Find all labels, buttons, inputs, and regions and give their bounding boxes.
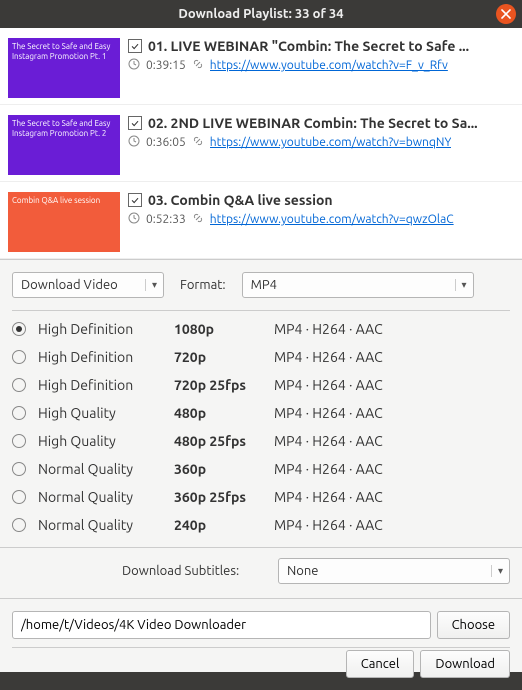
subtitles-dropdown-value: None [287,564,319,578]
playlist-item-info: ✓ 03. Combin Q&A live session 0:52:33 ht… [128,192,514,252]
thumbnail-text: The Secret to Safe and Easy Instagram Pr… [12,42,116,61]
playlist-checkbox[interactable]: ✓ [128,116,142,130]
playlist-item[interactable]: The Secret to Safe and Easy Instagram Pr… [0,28,522,105]
title-bar: Download Playlist: 33 of 34 [0,0,522,28]
playlist-item-title: 01. LIVE WEBINAR "Combin: The Secret to … [148,38,469,54]
radio-button[interactable] [12,350,26,364]
playlist-list: The Secret to Safe and Easy Instagram Pr… [0,28,522,260]
close-button[interactable] [496,4,516,24]
playlist-item-duration: 0:36:05 [146,136,186,149]
playlist-item-title: 03. Combin Q&A live session [148,192,333,208]
quality-option[interactable]: High Quality 480p 25fps MP4 · H264 · AAC [12,427,510,455]
format-label: Format: [180,278,226,292]
playlist-item-title: 02. 2ND LIVE WEBINAR Combin: The Secret … [148,115,478,131]
chevron-down-icon: ▾ [455,279,467,291]
format-dropdown[interactable]: MP4 ▾ [242,272,474,298]
subtitles-dropdown[interactable]: None ▾ [278,558,510,584]
radio-button[interactable] [12,434,26,448]
clock-icon [128,212,140,227]
radio-button[interactable] [12,490,26,504]
playlist-item-url[interactable]: https://www.youtube.com/watch?v=qwzOlaC [210,213,454,226]
quality-option[interactable]: High Definition 720p MP4 · H264 · AAC [12,343,510,371]
clock-icon [128,135,140,150]
quality-label: High Quality [38,433,174,449]
quality-resolution: 720p [174,349,274,365]
download-button[interactable]: Download [420,650,510,678]
playlist-checkbox[interactable]: ✓ [128,193,142,207]
link-icon [192,135,204,150]
quality-option[interactable]: High Quality 480p MP4 · H264 · AAC [12,399,510,427]
quality-label: High Quality [38,405,174,421]
quality-codec: MP4 · H264 · AAC [274,433,383,449]
playlist-item-info: ✓ 02. 2ND LIVE WEBINAR Combin: The Secre… [128,115,514,175]
action-dropdown[interactable]: Download Video ▾ [12,272,164,298]
quality-resolution: 720p 25fps [174,377,274,393]
quality-option[interactable]: Normal Quality 240p MP4 · H264 · AAC [12,511,510,539]
chevron-down-icon: ▾ [491,565,503,577]
quality-option[interactable]: Normal Quality 360p MP4 · H264 · AAC [12,455,510,483]
radio-button[interactable] [12,322,26,336]
thumbnail-text: The Secret to Safe and Easy Instagram Pr… [12,119,116,138]
thumbnail: The Secret to Safe and Easy Instagram Pr… [8,38,120,98]
playlist-item-info: ✓ 01. LIVE WEBINAR "Combin: The Secret t… [128,38,514,98]
quality-label: High Definition [38,377,174,393]
radio-button[interactable] [12,406,26,420]
quality-resolution: 360p 25fps [174,489,274,505]
quality-codec: MP4 · H264 · AAC [274,489,383,505]
quality-label: High Definition [38,349,174,365]
quality-resolution: 360p [174,461,274,477]
thumbnail: The Secret to Safe and Easy Instagram Pr… [8,115,120,175]
quality-label: Normal Quality [38,489,174,505]
playlist-item-duration: 0:52:33 [146,213,186,226]
cancel-button[interactable]: Cancel [346,650,415,678]
action-dropdown-value: Download Video [21,278,118,292]
quality-codec: MP4 · H264 · AAC [274,349,383,365]
quality-resolution: 240p [174,517,274,533]
quality-codec: MP4 · H264 · AAC [274,405,383,421]
choose-button[interactable]: Choose [437,611,510,639]
quality-label: Normal Quality [38,461,174,477]
path-input[interactable] [12,611,431,639]
quality-label: High Definition [38,321,174,337]
radio-button[interactable] [12,518,26,532]
quality-list: High Definition 1080p MP4 · H264 · AAC H… [0,311,522,548]
format-dropdown-value: MP4 [251,278,277,292]
quality-codec: MP4 · H264 · AAC [274,321,383,337]
window-title: Download Playlist: 33 of 34 [178,7,343,21]
subtitles-label: Download Subtitles: [122,564,239,578]
quality-codec: MP4 · H264 · AAC [274,517,383,533]
quality-resolution: 480p 25fps [174,433,274,449]
playlist-item[interactable]: Combin Q&A live session ✓ 03. Combin Q&A… [0,182,522,259]
thumbnail-text: Combin Q&A live session [12,196,116,206]
quality-option[interactable]: Normal Quality 360p 25fps MP4 · H264 · A… [12,483,510,511]
quality-resolution: 480p [174,405,274,421]
quality-option[interactable]: High Definition 1080p MP4 · H264 · AAC [12,315,510,343]
quality-option[interactable]: High Definition 720p 25fps MP4 · H264 · … [12,371,510,399]
playlist-item-url[interactable]: https://www.youtube.com/watch?v=bwnqNY [210,136,452,149]
link-icon [192,58,204,73]
radio-button[interactable] [12,462,26,476]
chevron-down-icon: ▾ [145,279,157,291]
quality-resolution: 1080p [174,321,274,337]
playlist-item[interactable]: The Secret to Safe and Easy Instagram Pr… [0,105,522,182]
playlist-checkbox[interactable]: ✓ [128,39,142,53]
quality-codec: MP4 · H264 · AAC [274,377,383,393]
clock-icon [128,58,140,73]
link-icon [192,212,204,227]
playlist-item-duration: 0:39:15 [146,59,186,72]
quality-codec: MP4 · H264 · AAC [274,461,383,477]
close-icon [501,9,511,19]
thumbnail: Combin Q&A live session [8,192,120,252]
radio-button[interactable] [12,378,26,392]
playlist-item-url[interactable]: https://www.youtube.com/watch?v=F_v_Rfv [210,59,448,72]
quality-label: Normal Quality [38,517,174,533]
